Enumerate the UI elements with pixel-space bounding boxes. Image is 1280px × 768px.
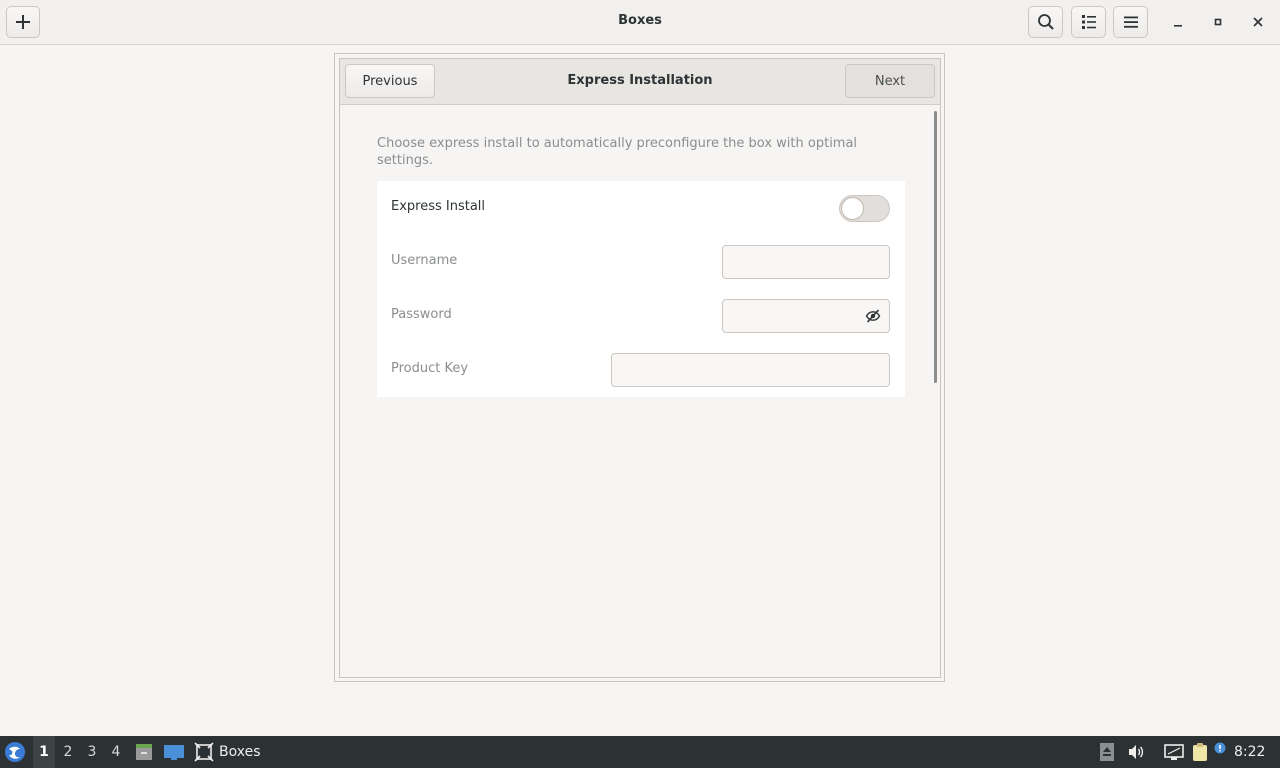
username-label: Username xyxy=(391,253,458,268)
dialog-header: Previous Express Installation Next xyxy=(340,59,940,105)
product-key-label: Product Key xyxy=(391,361,469,376)
task-boxes[interactable]: Boxes xyxy=(194,736,261,768)
maximize-icon xyxy=(1214,18,1222,26)
maximize-button[interactable] xyxy=(1206,11,1230,33)
clipboard-icon[interactable] xyxy=(1190,742,1210,762)
taskbar: 1 2 3 4 Boxes 8:22 xyxy=(0,736,1280,768)
vertical-scrollbar[interactable] xyxy=(934,111,937,383)
view-toggle-button[interactable] xyxy=(1071,6,1106,38)
network-icon[interactable] xyxy=(1164,743,1184,761)
close-icon xyxy=(1253,17,1263,27)
file-manager-launcher[interactable] xyxy=(134,742,154,762)
express-install-switch[interactable] xyxy=(839,195,890,222)
product-key-input[interactable] xyxy=(611,353,890,387)
assistant-dialog: Previous Express Installation Next Choos… xyxy=(334,53,945,682)
switch-knob xyxy=(841,197,864,220)
file-cabinet-icon xyxy=(136,744,152,760)
tray-area: 8:22 xyxy=(1098,736,1265,768)
volume-icon[interactable] xyxy=(1127,743,1145,761)
password-input[interactable] xyxy=(722,299,890,333)
desktop-icon xyxy=(164,745,184,760)
minimize-button[interactable] xyxy=(1166,11,1190,33)
clock[interactable]: 8:22 xyxy=(1234,744,1265,760)
search-button[interactable] xyxy=(1028,6,1063,38)
desktop-launcher[interactable] xyxy=(163,742,185,762)
app-menu-button[interactable] xyxy=(4,741,26,763)
eye-hidden-icon[interactable] xyxy=(865,308,881,324)
workspace-1[interactable]: 1 xyxy=(33,736,55,768)
minimize-icon xyxy=(1174,25,1182,27)
boxes-app-icon xyxy=(194,742,214,762)
close-button[interactable] xyxy=(1246,11,1270,33)
workspace-4[interactable]: 4 xyxy=(105,736,127,768)
workspace-2[interactable]: 2 xyxy=(57,736,79,768)
header-bar: Boxes xyxy=(0,0,1280,45)
workspace-3[interactable]: 3 xyxy=(81,736,103,768)
main-menu-button[interactable] xyxy=(1113,6,1148,38)
assistant-dialog-inner: Previous Express Installation Next Choos… xyxy=(339,58,941,678)
express-install-form: Express Install Username Password Produc… xyxy=(377,181,905,397)
task-boxes-label: Boxes xyxy=(219,744,261,760)
notification-icon[interactable] xyxy=(1213,742,1227,762)
next-button[interactable]: Next xyxy=(845,64,935,98)
list-view-icon xyxy=(1081,15,1096,29)
express-install-label: Express Install xyxy=(391,199,486,214)
hamburger-menu-icon xyxy=(1123,16,1138,28)
start-menu-icon xyxy=(5,742,25,762)
password-label: Password xyxy=(391,307,452,322)
express-install-description: Choose express install to automatically … xyxy=(377,136,858,168)
username-input[interactable] xyxy=(722,245,890,279)
search-icon xyxy=(1037,14,1054,30)
eject-icon[interactable] xyxy=(1098,742,1116,762)
